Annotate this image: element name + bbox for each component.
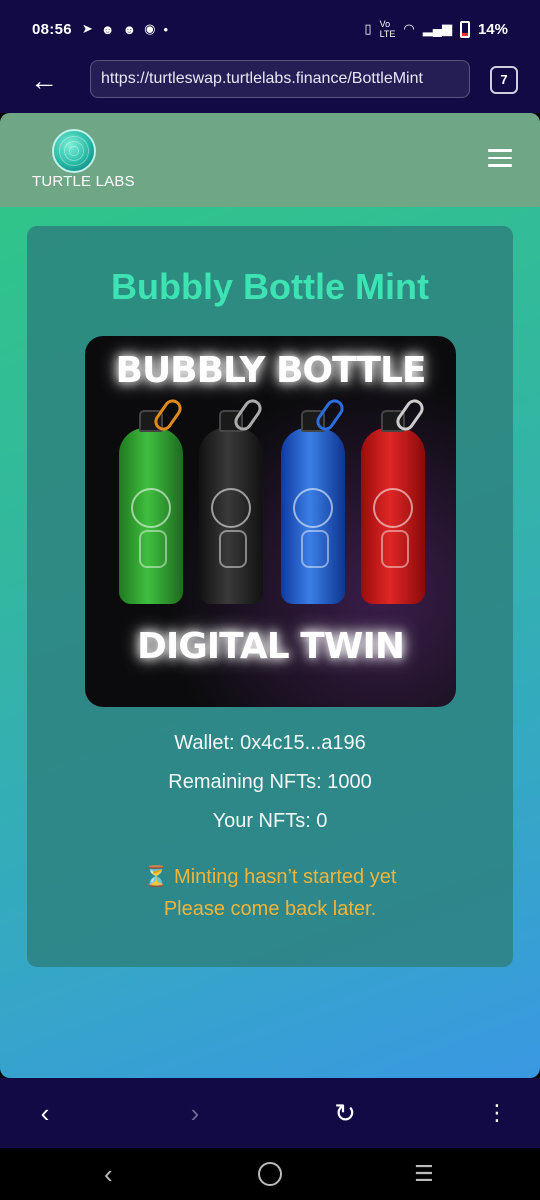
status-bar: 08:56 ➤ ☻ ☻ ◉ • ▯ Vo LTE ◠ ▂▄▆ 14% [0,0,540,58]
tab-switcher-button[interactable]: 7 [490,66,518,94]
nav-recents-icon[interactable]: ☰ [414,1160,434,1188]
battery-charging-icon [459,20,470,38]
hamburger-menu-icon[interactable] [488,149,512,169]
black-bottle [199,395,266,604]
volte-icon: Vo LTE [379,19,396,39]
nav-back-icon[interactable]: ‹ [104,1160,113,1188]
vibrate-icon: ▯ [364,21,372,36]
url-text: https://turtleswap.turtlelabs.finance/Bo… [101,70,423,87]
messenger-icon: ◉ [144,21,156,36]
wifi-icon: ◠ [403,21,415,36]
back-arrow-icon[interactable]: ← [30,66,60,96]
wallet-address: Wallet: 0x4c15...a196 [174,732,366,754]
telegram-icon: ➤ [81,21,93,36]
clock: 08:56 [32,20,72,38]
notification-icons: ➤ ☻ ☻ ◉ • [82,21,168,37]
discord-icon: ☻ [122,21,137,37]
image-heading-bottom: DIGITAL TWIN [136,626,405,667]
browser-address-bar: ← https://turtleswap.turtlelabs.finance/… [0,58,540,113]
browser-toolbar: ‹ › ↻ ⋮ [0,1078,540,1148]
blue-bottle [281,395,348,604]
green-bottle [119,395,186,604]
forward-icon[interactable]: › [180,1098,210,1128]
mint-card: Bubbly Bottle Mint BUBBLY BOTTLE DIGITAL… [27,226,513,967]
system-icons: ▯ Vo LTE ◠ ▂▄▆ 14% [364,19,508,39]
system-nav-bar: ‹ ☰ [0,1148,540,1200]
minting-status: ⏳ Minting hasn’t started yet [143,866,397,888]
dot-icon: • [163,21,169,37]
minting-status-hint: Please come back later. [163,898,377,920]
url-field[interactable]: https://turtleswap.turtlelabs.finance/Bo… [90,60,470,98]
reload-icon[interactable]: ↻ [330,1098,360,1128]
site-header: TURTLE LABS [0,113,540,207]
signal-icon: ▂▄▆ [422,21,452,36]
image-heading-top: BUBBLY BOTTLE [115,350,427,391]
red-bottle [361,395,428,604]
page-title: Bubbly Bottle Mint [111,266,429,307]
remaining-nfts: Remaining NFTs: 1000 [168,771,372,793]
your-nfts: Your NFTs: 0 [212,810,328,832]
back-icon[interactable]: ‹ [30,1098,60,1128]
nft-image: BUBBLY BOTTLE DIGITAL TWIN [85,336,456,707]
nav-home-icon[interactable] [258,1162,282,1186]
turtle-labs-logo-icon[interactable] [52,129,96,173]
discord-icon: ☻ [100,21,115,37]
more-options-icon[interactable]: ⋮ [482,1098,512,1128]
web-page: TURTLE LABS Bubbly Bottle Mint BUBBLY BO… [0,113,540,1078]
battery-percent: 14% [477,20,508,38]
logo-text[interactable]: TURTLE LABS [32,173,135,190]
